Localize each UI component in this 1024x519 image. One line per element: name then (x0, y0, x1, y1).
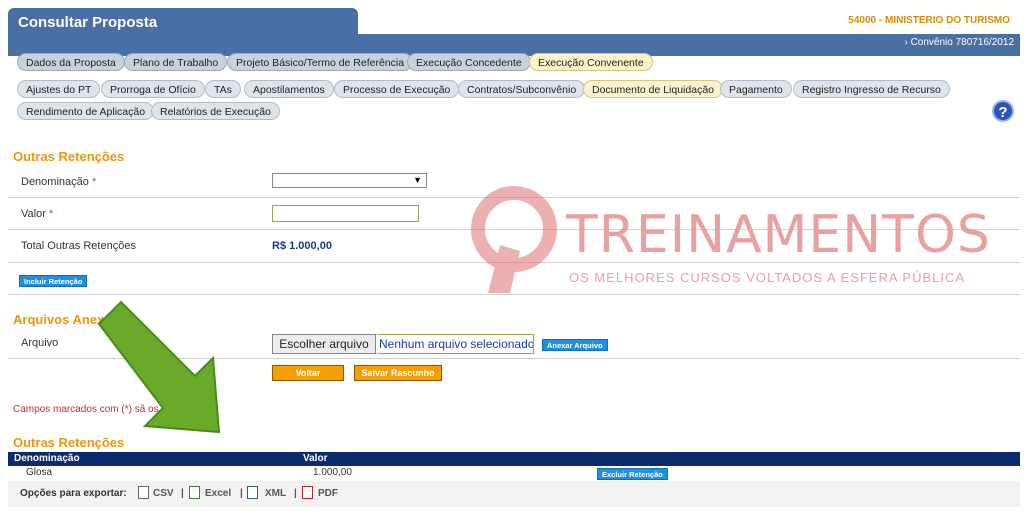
voltar-button[interactable]: Voltar (272, 365, 344, 381)
pdf-icon[interactable] (302, 486, 313, 499)
column-header-valor: Valor (303, 453, 328, 464)
subtab-apostilamentos[interactable]: Apostilamentos (244, 80, 334, 98)
help-icon[interactable]: ? (992, 100, 1014, 122)
xml-icon[interactable] (247, 486, 258, 499)
anexar-arquivo-button[interactable]: Anexar Arquivo (542, 339, 608, 351)
page-header: Consultar Proposta 54000 - MINISTERIO DO… (8, 8, 1020, 56)
export-label: Opções para exportar: (20, 488, 127, 499)
tab-plano-trabalho[interactable]: Plano de Trabalho (124, 53, 228, 71)
separator: | (240, 488, 243, 499)
section-title-retencoes: Outras Retenções (13, 149, 125, 164)
excel-icon[interactable] (189, 486, 200, 499)
salvar-rascunho-button[interactable]: Salvar Rascunho (354, 365, 442, 381)
excluir-retencao-button[interactable]: Excluir Retenção (597, 468, 668, 480)
convenio-number: › Convênio 780716/2012 (904, 37, 1014, 48)
cell-valor: 1.000,00 (313, 467, 352, 478)
total-retencoes-label: Total Outras Retenções (21, 240, 136, 252)
watermark-tagline: OS MELHORES CURSOS VOLTADOS A ESFERA PÚB… (569, 270, 966, 285)
arquivo-label: Arquivo (21, 337, 59, 349)
separator: | (181, 488, 184, 499)
subtab-ajustes-pt[interactable]: Ajustes do PT (17, 80, 101, 98)
watermark-brand: TREINAMENTOS (566, 205, 991, 265)
valor-input[interactable] (272, 205, 419, 222)
cell-denominacao: Glosa (26, 467, 53, 478)
tab-projeto-basico[interactable]: Projeto Básico/Termo de Referência (227, 53, 414, 71)
subtab-processo-execucao[interactable]: Processo de Execução (334, 80, 460, 98)
export-excel-link[interactable]: Excel (205, 488, 231, 499)
section-title-arquivos: Arquivos Anex (13, 312, 105, 327)
denominacao-select[interactable]: ▼ (272, 173, 427, 188)
subtab-documento-liquidacao[interactable]: Documento de Liquidação (583, 80, 724, 98)
export-pdf-link[interactable]: PDF (318, 488, 338, 499)
subtab-registro-ingresso[interactable]: Registro Ingresso de Recurso (793, 80, 950, 98)
subtab-tas[interactable]: TAs (205, 80, 241, 98)
subtab-rendimento-aplicacao[interactable]: Rendimento de Aplicação (17, 102, 155, 120)
tab-dados-proposta[interactable]: Dados da Proposta (17, 53, 125, 71)
csv-icon[interactable] (138, 486, 149, 499)
subtab-relatorios-execucao[interactable]: Relatórios de Execução (151, 102, 280, 120)
incluir-retencao-button[interactable]: Incluir Retenção (19, 275, 88, 287)
total-retencoes-value: R$ 1.000,00 (272, 240, 332, 252)
column-header-denominacao: Denominação (14, 453, 80, 464)
arrow-down-right-icon (97, 300, 221, 434)
subtab-contratos[interactable]: Contratos/Subconvênio (458, 80, 586, 98)
denominacao-label: Denominação * (21, 176, 97, 188)
table-header (8, 452, 1020, 466)
choose-file-button[interactable]: Escolher arquivo (272, 334, 376, 354)
subtab-pagamento[interactable]: Pagamento (720, 80, 792, 98)
export-csv-link[interactable]: CSV (153, 488, 174, 499)
tab-execucao-concedente[interactable]: Execução Concedente (407, 53, 531, 71)
tab-execucao-convenente[interactable]: Execução Convenente (529, 53, 653, 71)
file-name-display: Nenhum arquivo selecionado (377, 334, 534, 354)
section-title-retencoes-table: Outras Retenções (13, 435, 125, 450)
table-row (8, 466, 1020, 480)
chevron-down-icon: ▼ (413, 175, 422, 185)
export-xml-link[interactable]: XML (265, 488, 286, 499)
separator: | (294, 488, 297, 499)
subtab-prorroga-oficio[interactable]: Prorroga de Ofício (101, 80, 205, 98)
page-title: Consultar Proposta (18, 14, 158, 31)
org-name: 54000 - MINISTERIO DO TURISMO (848, 15, 1010, 26)
valor-label: Valor * (21, 208, 54, 220)
